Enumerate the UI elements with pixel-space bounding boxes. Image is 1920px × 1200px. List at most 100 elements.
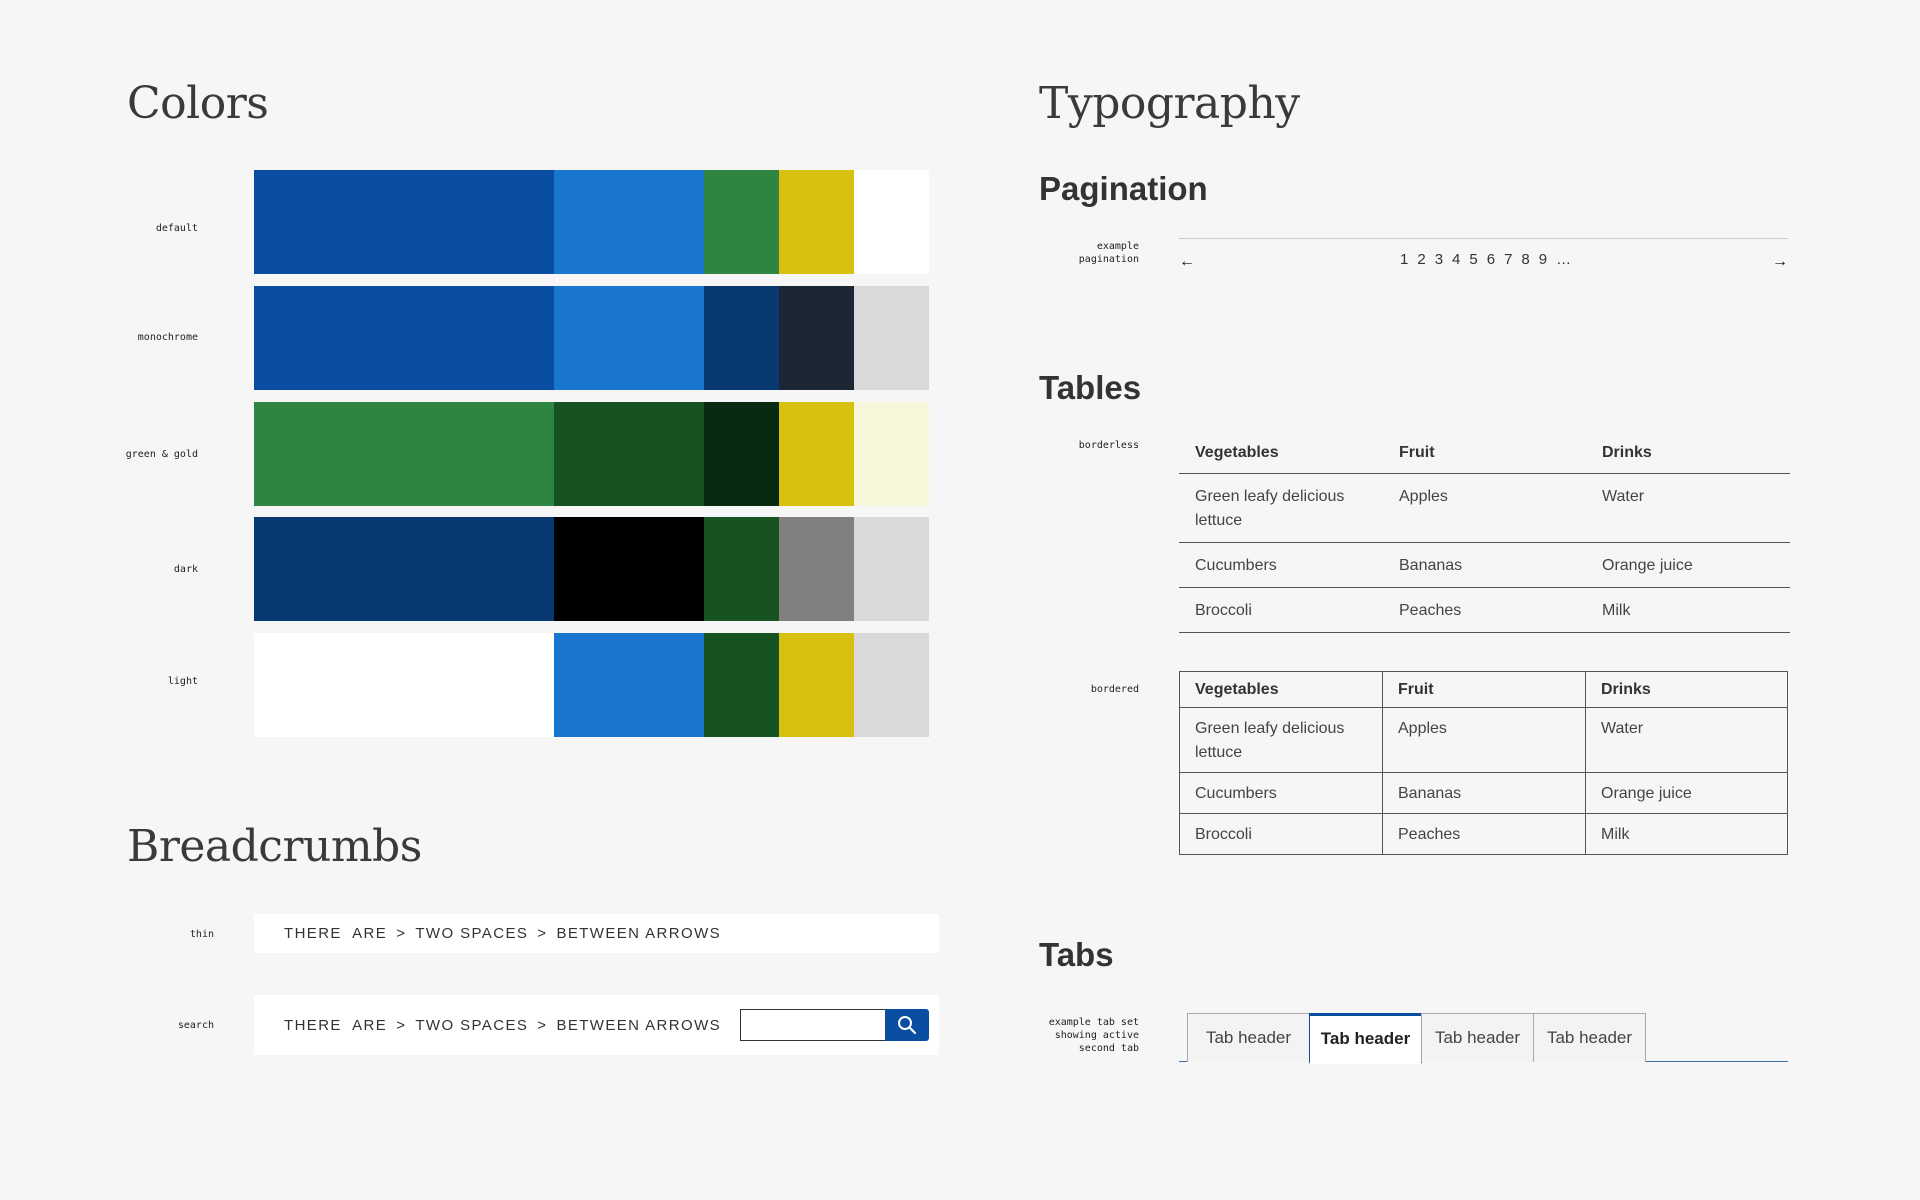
color-swatch — [704, 170, 779, 274]
pagination-label-line: example — [1096, 241, 1139, 252]
table-cell: Cucumbers — [1179, 772, 1383, 814]
table-cell: Orange juice — [1585, 772, 1788, 814]
color-row-label: default — [155, 223, 198, 234]
breadcrumb-separator: > — [537, 925, 548, 942]
arrow-right-icon[interactable]: → — [1772, 253, 1788, 271]
table-cell: Peaches — [1382, 813, 1586, 855]
arrow-left-icon[interactable]: ← — [1179, 253, 1195, 271]
color-swatch-row — [254, 170, 929, 274]
table-cell: Orange juice — [1586, 542, 1790, 588]
tabs-label: example tab set showing active second ta… — [1020, 1016, 1139, 1055]
table-cell: Broccoli — [1179, 587, 1383, 633]
color-swatch — [554, 286, 704, 390]
page-link[interactable]: 3 — [1435, 251, 1443, 268]
table-row: Cucumbers Bananas Orange juice — [1179, 542, 1790, 588]
table-cell: Apples — [1383, 473, 1586, 543]
pagination: ← 1 2 3 4 5 6 7 8 9 … → — [1179, 238, 1788, 282]
color-swatch — [554, 170, 704, 274]
breadcrumb-search: THERE ARE > TWO SPACES > BETWEEN ARROWS — [254, 995, 939, 1055]
table-row: Cucumbers Bananas Orange juice — [1179, 772, 1788, 814]
color-swatch — [704, 517, 779, 621]
color-swatch — [254, 633, 554, 737]
column-header: Vegetables — [1179, 671, 1383, 708]
color-swatch — [779, 517, 854, 621]
table-cell: Cucumbers — [1179, 542, 1383, 588]
table-row: Green leafy delicious lettuce Apples Wat… — [1179, 473, 1790, 543]
page-link[interactable]: 4 — [1452, 251, 1460, 268]
color-swatch — [704, 633, 779, 737]
color-row-label: light — [167, 676, 198, 687]
breadcrumbs-heading: Breadcrumbs — [127, 821, 422, 872]
table-cell: Water — [1585, 707, 1788, 773]
page-link[interactable]: 9 — [1539, 251, 1547, 268]
page-link[interactable]: 5 — [1469, 251, 1477, 268]
color-swatch-row — [254, 633, 929, 737]
breadcrumb-item[interactable]: BETWEEN ARROWS — [556, 925, 721, 942]
pagination-heading: Pagination — [1039, 170, 1208, 207]
table-row: Broccoli Peaches Milk — [1179, 813, 1788, 855]
page-link[interactable]: 6 — [1487, 251, 1495, 268]
column-header: Drinks — [1585, 671, 1788, 708]
table-cell: Bananas — [1383, 542, 1586, 588]
page-link[interactable]: 7 — [1504, 251, 1512, 268]
search-input[interactable] — [740, 1009, 885, 1041]
color-swatch — [254, 170, 554, 274]
search-box — [740, 1009, 929, 1041]
breadcrumb-separator: > — [396, 925, 407, 942]
color-swatch-row — [254, 517, 929, 621]
breadcrumb-item[interactable]: BETWEEN ARROWS — [556, 1017, 721, 1034]
typography-heading: Typography — [1039, 78, 1300, 129]
color-swatch — [779, 402, 854, 506]
tab-2-active[interactable]: Tab header — [1309, 1013, 1422, 1064]
color-swatch-row — [254, 402, 929, 506]
breadcrumb-separator: > — [396, 1016, 407, 1034]
bordered-table: Vegetables Fruit Drinks Green leafy deli… — [1179, 671, 1788, 855]
table-cell: Bananas — [1382, 772, 1586, 814]
tabs-label-line: showing active — [1054, 1030, 1139, 1041]
color-swatch — [854, 517, 929, 621]
breadcrumb-item[interactable]: TWO SPACES — [415, 1017, 528, 1034]
table-row: Green leafy delicious lettuce Apples Wat… — [1179, 707, 1788, 773]
color-swatch — [779, 633, 854, 737]
page-link[interactable]: 1 — [1400, 251, 1408, 268]
tab-4[interactable]: Tab header — [1533, 1013, 1646, 1062]
column-header: Fruit — [1382, 671, 1586, 708]
table-row: Broccoli Peaches Milk — [1179, 587, 1790, 633]
color-swatch — [854, 170, 929, 274]
tab-3[interactable]: Tab header — [1421, 1013, 1534, 1062]
breadcrumb-item[interactable]: TWO SPACES — [415, 925, 528, 942]
color-swatch — [554, 517, 704, 621]
breadcrumb-search-label: search — [177, 1020, 214, 1031]
breadcrumb-item[interactable]: THERE ARE — [284, 1017, 387, 1034]
colors-heading: Colors — [127, 78, 269, 129]
tab-set: Tab header Tab header Tab header Tab hea… — [1179, 1013, 1788, 1064]
table-cell: Apples — [1382, 707, 1586, 773]
table-cell: Peaches — [1383, 587, 1586, 633]
search-button[interactable] — [885, 1009, 929, 1041]
color-swatch — [854, 286, 929, 390]
table-cell: Milk — [1585, 813, 1788, 855]
color-row-label: green & gold — [125, 449, 198, 460]
search-icon — [898, 1016, 917, 1035]
borderless-table: Vegetables Fruit Drinks Green leafy deli… — [1179, 432, 1790, 633]
color-swatch-row — [254, 286, 929, 390]
table-cell: Water — [1586, 473, 1790, 543]
color-swatch — [704, 286, 779, 390]
table-cell: Green leafy delicious lettuce — [1179, 473, 1383, 543]
color-swatch — [254, 402, 554, 506]
tabs-label-line: second tab — [1078, 1043, 1139, 1054]
column-header: Drinks — [1586, 432, 1790, 474]
borderless-table-label: borderless — [1078, 440, 1139, 451]
breadcrumb-item[interactable]: THERE ARE — [284, 925, 387, 942]
page-link[interactable]: 8 — [1521, 251, 1529, 268]
color-swatch — [554, 402, 704, 506]
tab-1[interactable]: Tab header — [1187, 1013, 1310, 1062]
pagination-label: example pagination — [1040, 240, 1139, 266]
color-row-label: dark — [173, 564, 198, 575]
table-cell: Green leafy delicious lettuce — [1179, 707, 1383, 773]
breadcrumb-thin-label: thin — [189, 929, 214, 940]
breadcrumb-separator: > — [537, 1016, 548, 1034]
table-cell: Broccoli — [1179, 813, 1383, 855]
page-link[interactable]: 2 — [1417, 251, 1425, 268]
table-header-row: Vegetables Fruit Drinks — [1179, 432, 1790, 474]
